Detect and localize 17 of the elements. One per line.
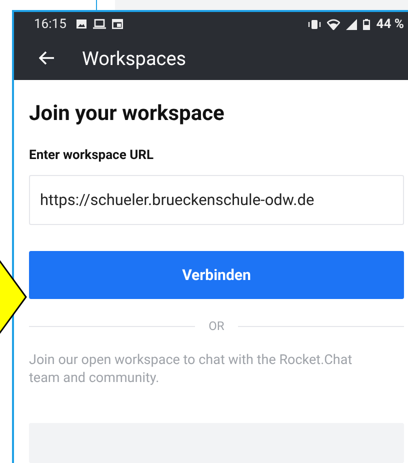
window-notification-icon xyxy=(112,19,124,30)
app-bar-title: Workspaces xyxy=(82,46,186,70)
vibrate-icon xyxy=(308,18,322,30)
connect-button[interactable]: Verbinden xyxy=(29,251,404,299)
wifi-icon xyxy=(327,18,340,30)
field-label: Enter workspace URL xyxy=(29,148,155,163)
laptop-icon xyxy=(93,19,106,30)
page-heading: Join your workspace xyxy=(29,102,226,126)
open-workspace-description: Join our open workspace to chat with the Rocket.Chat team and community. xyxy=(29,351,354,387)
battery-icon xyxy=(363,18,370,30)
image-notification-icon xyxy=(76,19,88,30)
status-time: 16:15 xyxy=(34,16,66,32)
divider-label: OR xyxy=(208,319,224,333)
battery-percentage: 44 % xyxy=(376,16,404,32)
back-button[interactable] xyxy=(38,49,56,68)
url-input-field[interactable]: https://schueler.brueckenschule-odw.de xyxy=(29,175,404,225)
back-arrow-icon xyxy=(39,51,55,66)
